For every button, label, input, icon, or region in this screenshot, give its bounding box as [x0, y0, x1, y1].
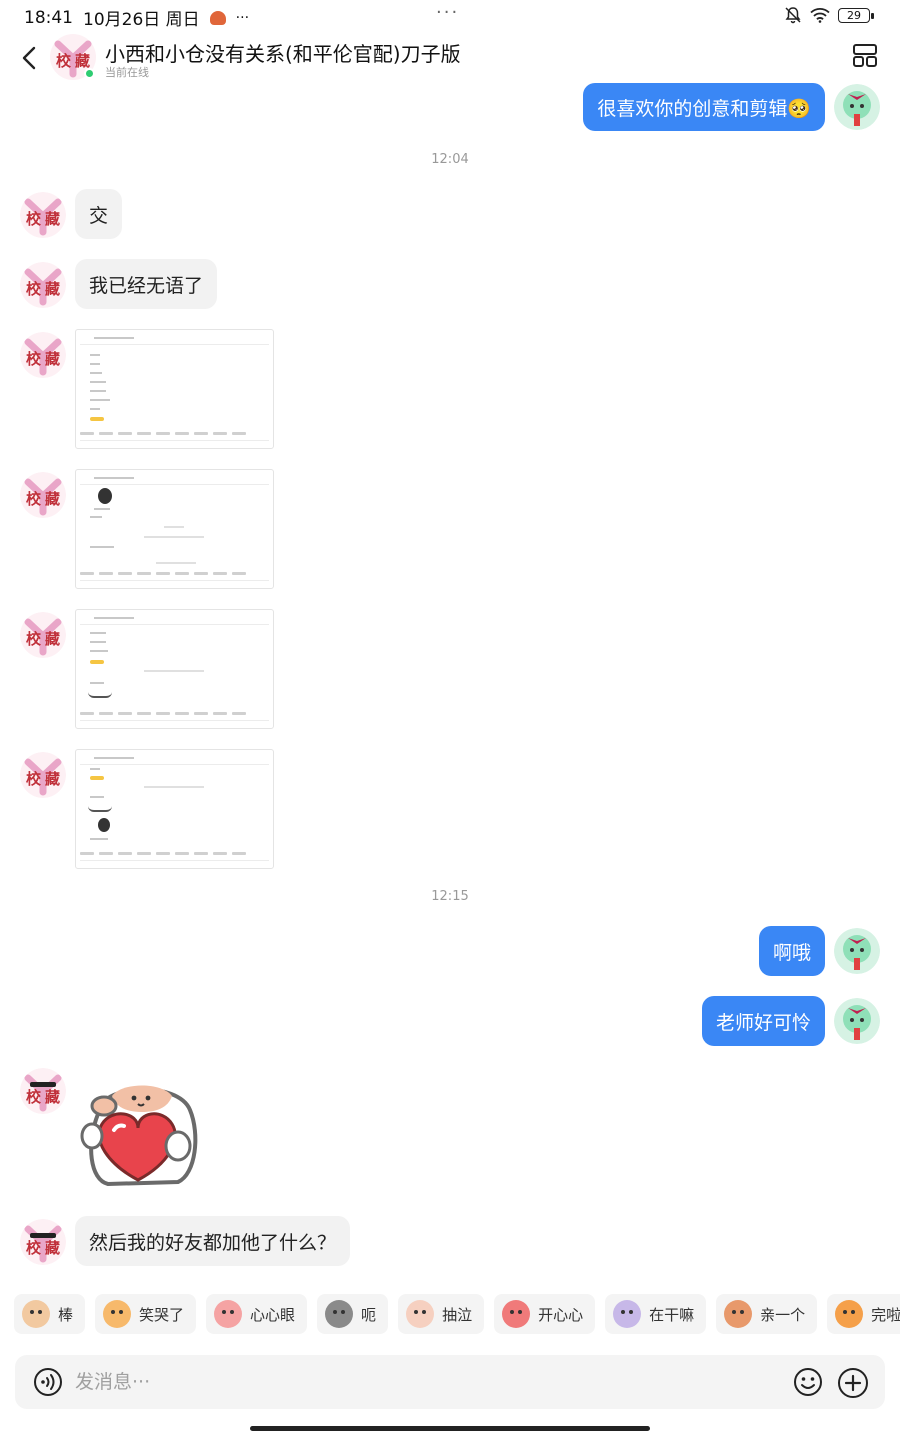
quick-reaction-chip[interactable]: 棒	[14, 1294, 86, 1334]
my-avatar[interactable]	[834, 84, 880, 130]
battery-indicator: 29	[838, 7, 874, 23]
svg-text:校: 校	[26, 350, 42, 368]
svg-text:藏: 藏	[45, 210, 60, 228]
quick-reaction-chip[interactable]: 在干嘛	[605, 1294, 707, 1334]
layout-grid-icon[interactable]	[852, 42, 878, 68]
message-bubble-outgoing[interactable]: 老师好可怜	[701, 996, 825, 1046]
app-notification-icon	[209, 10, 226, 25]
timestamp: 12:04	[431, 152, 469, 167]
svg-text:校: 校	[26, 630, 42, 648]
image-message[interactable]	[75, 469, 274, 589]
svg-text:校: 校	[56, 52, 72, 70]
multiwindow-dots[interactable]: ···	[436, 2, 459, 23]
svg-text:校: 校	[26, 210, 42, 228]
back-arrow-icon[interactable]	[18, 42, 42, 74]
message-input[interactable]	[75, 1365, 755, 1399]
contact-avatar[interactable]: 校 藏	[20, 262, 66, 308]
svg-text:藏: 藏	[45, 350, 60, 368]
contact-avatar[interactable]: 校 藏	[20, 1068, 66, 1114]
quick-reaction-chip[interactable]: 心心眼	[206, 1294, 308, 1334]
svg-text:校: 校	[26, 490, 42, 508]
message-bubble-incoming[interactable]: 然后我的好友都加他了什么？	[75, 1216, 351, 1266]
quick-reaction-chip[interactable]: 亲一个	[716, 1294, 818, 1334]
svg-text:校: 校	[26, 1239, 42, 1257]
heart-eyes-cat-icon	[214, 1300, 243, 1328]
contact-avatar[interactable]: 校 藏	[20, 612, 66, 658]
quick-reaction-chip[interactable]: 呃	[317, 1294, 389, 1334]
happy-heart-icon	[502, 1300, 531, 1328]
contact-avatar[interactable]: 校 藏	[20, 752, 66, 798]
svg-text:校: 校	[26, 1088, 42, 1106]
home-indicator[interactable]	[250, 1426, 650, 1431]
image-message[interactable]	[75, 329, 274, 449]
image-message[interactable]	[75, 609, 274, 729]
svg-text:校: 校	[26, 770, 42, 788]
voice-input-icon[interactable]	[33, 1367, 63, 1397]
kiss-cat-icon	[724, 1300, 753, 1328]
speechless-cat-icon	[325, 1300, 354, 1328]
online-status-text: 当前在线	[105, 66, 149, 79]
svg-text:藏: 藏	[45, 1088, 60, 1106]
contact-avatar[interactable]: 校 藏	[20, 1219, 66, 1265]
chat-header: 校 藏 小西和小仓没有关系(和平伦官配)刀子版 当前在线	[0, 32, 900, 86]
mute-bell-icon	[785, 7, 801, 24]
message-list[interactable]: 很喜欢你的创意和剪辑🥺 12:04 校 藏 交 校 藏 我已经无语了 校 藏 校…	[0, 83, 900, 1286]
message-input-bar	[15, 1355, 885, 1409]
quick-reaction-chip[interactable]: 抽泣	[398, 1294, 485, 1334]
message-bubble-outgoing[interactable]: 啊哦	[758, 926, 825, 976]
svg-text:藏: 藏	[45, 770, 60, 788]
quick-reaction-chip[interactable]: 开心心	[494, 1294, 596, 1334]
quick-reaction-chip[interactable]: 笑哭了	[95, 1294, 197, 1334]
svg-text:藏: 藏	[45, 1239, 60, 1257]
status-time: 18:41	[24, 7, 73, 28]
message-bubble-incoming[interactable]: 我已经无语了	[75, 259, 218, 309]
image-message[interactable]	[75, 749, 274, 869]
message-bubble-outgoing[interactable]: 很喜欢你的创意和剪辑🥺	[583, 83, 825, 131]
status-date: 10月26日 周日	[83, 10, 200, 30]
status-more-dots: ···	[235, 9, 250, 26]
heart-hug-sticker[interactable]	[78, 1074, 200, 1190]
plus-icon[interactable]	[837, 1367, 869, 1399]
cat-face-icon	[22, 1300, 50, 1328]
svg-text:藏: 藏	[45, 280, 60, 298]
emoji-icon[interactable]	[793, 1367, 823, 1397]
wifi-icon	[810, 8, 830, 23]
chat-title[interactable]: 小西和小仓没有关系(和平伦官配)刀子版	[105, 38, 461, 67]
contact-avatar[interactable]: 校 藏	[20, 192, 66, 238]
timestamp: 12:15	[431, 889, 469, 904]
contact-avatar[interactable]: 校 藏	[20, 332, 66, 378]
message-bubble-incoming[interactable]: 交	[75, 189, 123, 239]
status-bar: 18:41 10月26日 周日 ··· ··· 29	[0, 0, 900, 32]
curious-face-icon	[613, 1300, 642, 1328]
laugh-cry-cat-icon	[103, 1300, 132, 1328]
online-status-dot	[84, 68, 95, 79]
my-avatar[interactable]	[834, 998, 880, 1044]
quick-reaction-bar: 棒 笑哭了 心心眼 呃 抽泣 开心心 在干嘛 亲一个 完啦	[14, 1294, 900, 1334]
svg-text:藏: 藏	[45, 630, 60, 648]
done-cat-icon	[835, 1300, 864, 1328]
sobbing-cat-icon	[406, 1300, 435, 1328]
battery-level: 29	[847, 8, 861, 22]
svg-text:校: 校	[26, 280, 42, 298]
svg-text:藏: 藏	[45, 490, 60, 508]
contact-avatar[interactable]: 校 藏	[20, 472, 66, 518]
quick-reaction-chip[interactable]: 完啦	[827, 1294, 900, 1334]
my-avatar[interactable]	[834, 928, 880, 974]
